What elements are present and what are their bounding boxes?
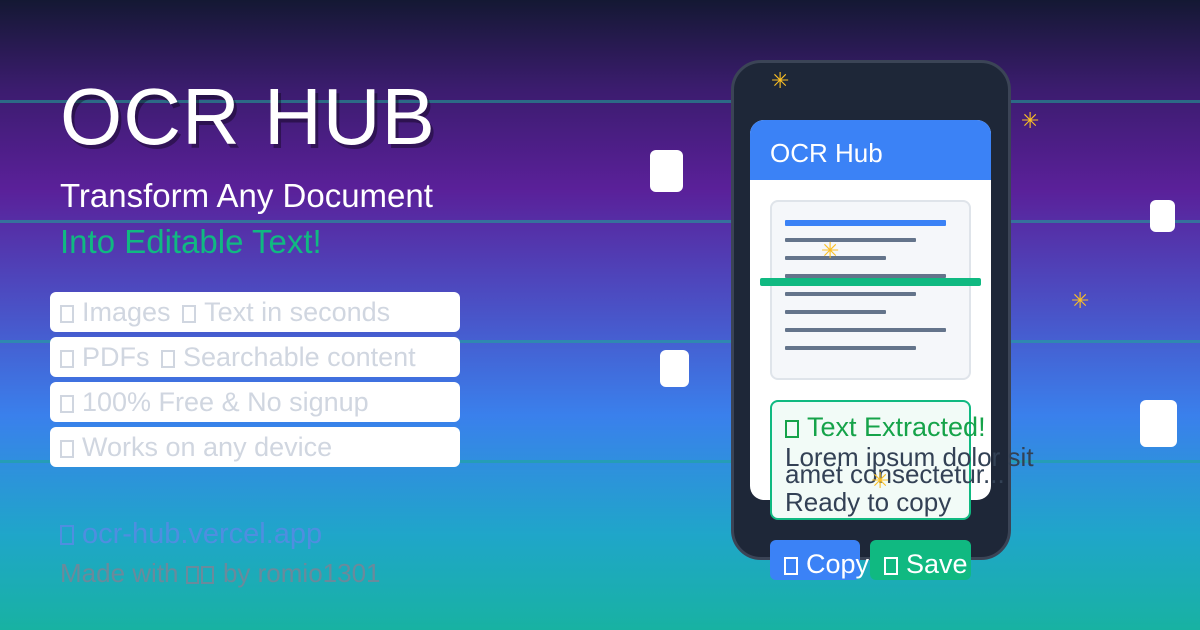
feature-item-pdfs: PDFs Searchable content — [50, 337, 460, 377]
save-label: Save — [906, 549, 968, 579]
result-title-text: Text Extracted! — [807, 412, 986, 442]
clipboard-placeholder-icon — [784, 557, 798, 575]
site-url-text: ocr-hub.vercel.app — [82, 518, 323, 550]
document-text-line — [785, 292, 916, 296]
feature-from: PDFs — [82, 342, 150, 372]
emoji-placeholder-icon — [60, 395, 74, 413]
feature-item-free: 100% Free & No signup — [50, 382, 460, 422]
document-text-line — [785, 238, 916, 242]
made-suffix: by romio1301 — [222, 558, 381, 588]
feature-item-devices: Works on any device — [50, 427, 460, 467]
emoji-placeholder-icon — [60, 305, 74, 323]
site-url-link[interactable]: ocr-hub.vercel.app — [60, 516, 322, 552]
result-title: Text Extracted! — [785, 410, 986, 444]
feature-to: Text in seconds — [204, 297, 391, 327]
heart-placeholder-icon — [200, 566, 214, 584]
globe-placeholder-icon — [60, 525, 74, 545]
result-ready: Ready to copy — [785, 487, 952, 517]
floating-paper-decoration — [1140, 400, 1177, 447]
document-text-line — [785, 310, 886, 314]
feature-item-images: Images Text in seconds — [50, 292, 460, 332]
made-by-credit: Made with by romio1301 — [60, 556, 381, 590]
heart-placeholder-icon — [185, 566, 199, 584]
sparkle-icon: ✳ — [771, 68, 790, 93]
app-header: OCR Hub — [750, 120, 991, 180]
document-text-line — [785, 328, 946, 332]
save-placeholder-icon — [884, 557, 898, 575]
document-text-line — [785, 346, 916, 350]
sparkle-icon: ✳ — [821, 238, 840, 263]
sparkle-icon: ✳ — [1021, 108, 1040, 133]
arrow-placeholder-icon — [161, 350, 176, 368]
result-text: Lorem ipsum dolor sit amet consectetur..… — [785, 444, 1034, 489]
feature-to: Searchable content — [183, 342, 416, 372]
copy-label: Copy — [806, 549, 870, 579]
scanner-beam — [760, 278, 981, 286]
hero-title: OCR HUB — [60, 72, 436, 161]
document-preview — [770, 200, 971, 380]
copy-button[interactable]: Copy — [770, 540, 869, 580]
made-prefix: Made with — [60, 558, 179, 588]
feature-text: 100% Free & No signup — [82, 387, 369, 417]
hero-subtitle-line2: Into Editable Text! — [60, 223, 322, 260]
result-line-2: amet consectetur... — [785, 459, 1005, 489]
feature-text: Works on any device — [82, 432, 333, 462]
floating-paper-decoration — [650, 150, 683, 192]
emoji-placeholder-icon — [60, 350, 74, 368]
arrow-placeholder-icon — [182, 305, 197, 323]
sparkle-icon: ✳ — [871, 468, 890, 493]
feature-from: Images — [82, 297, 171, 327]
save-button[interactable]: Save — [870, 540, 971, 580]
document-heading-line — [785, 220, 946, 226]
hero-subtitle-line1: Transform Any Document — [60, 177, 433, 214]
check-placeholder-icon — [785, 420, 799, 438]
floating-paper-decoration — [1150, 200, 1175, 232]
floating-paper-decoration — [660, 350, 689, 387]
emoji-placeholder-icon — [60, 440, 74, 458]
sparkle-icon: ✳ — [1071, 288, 1090, 313]
